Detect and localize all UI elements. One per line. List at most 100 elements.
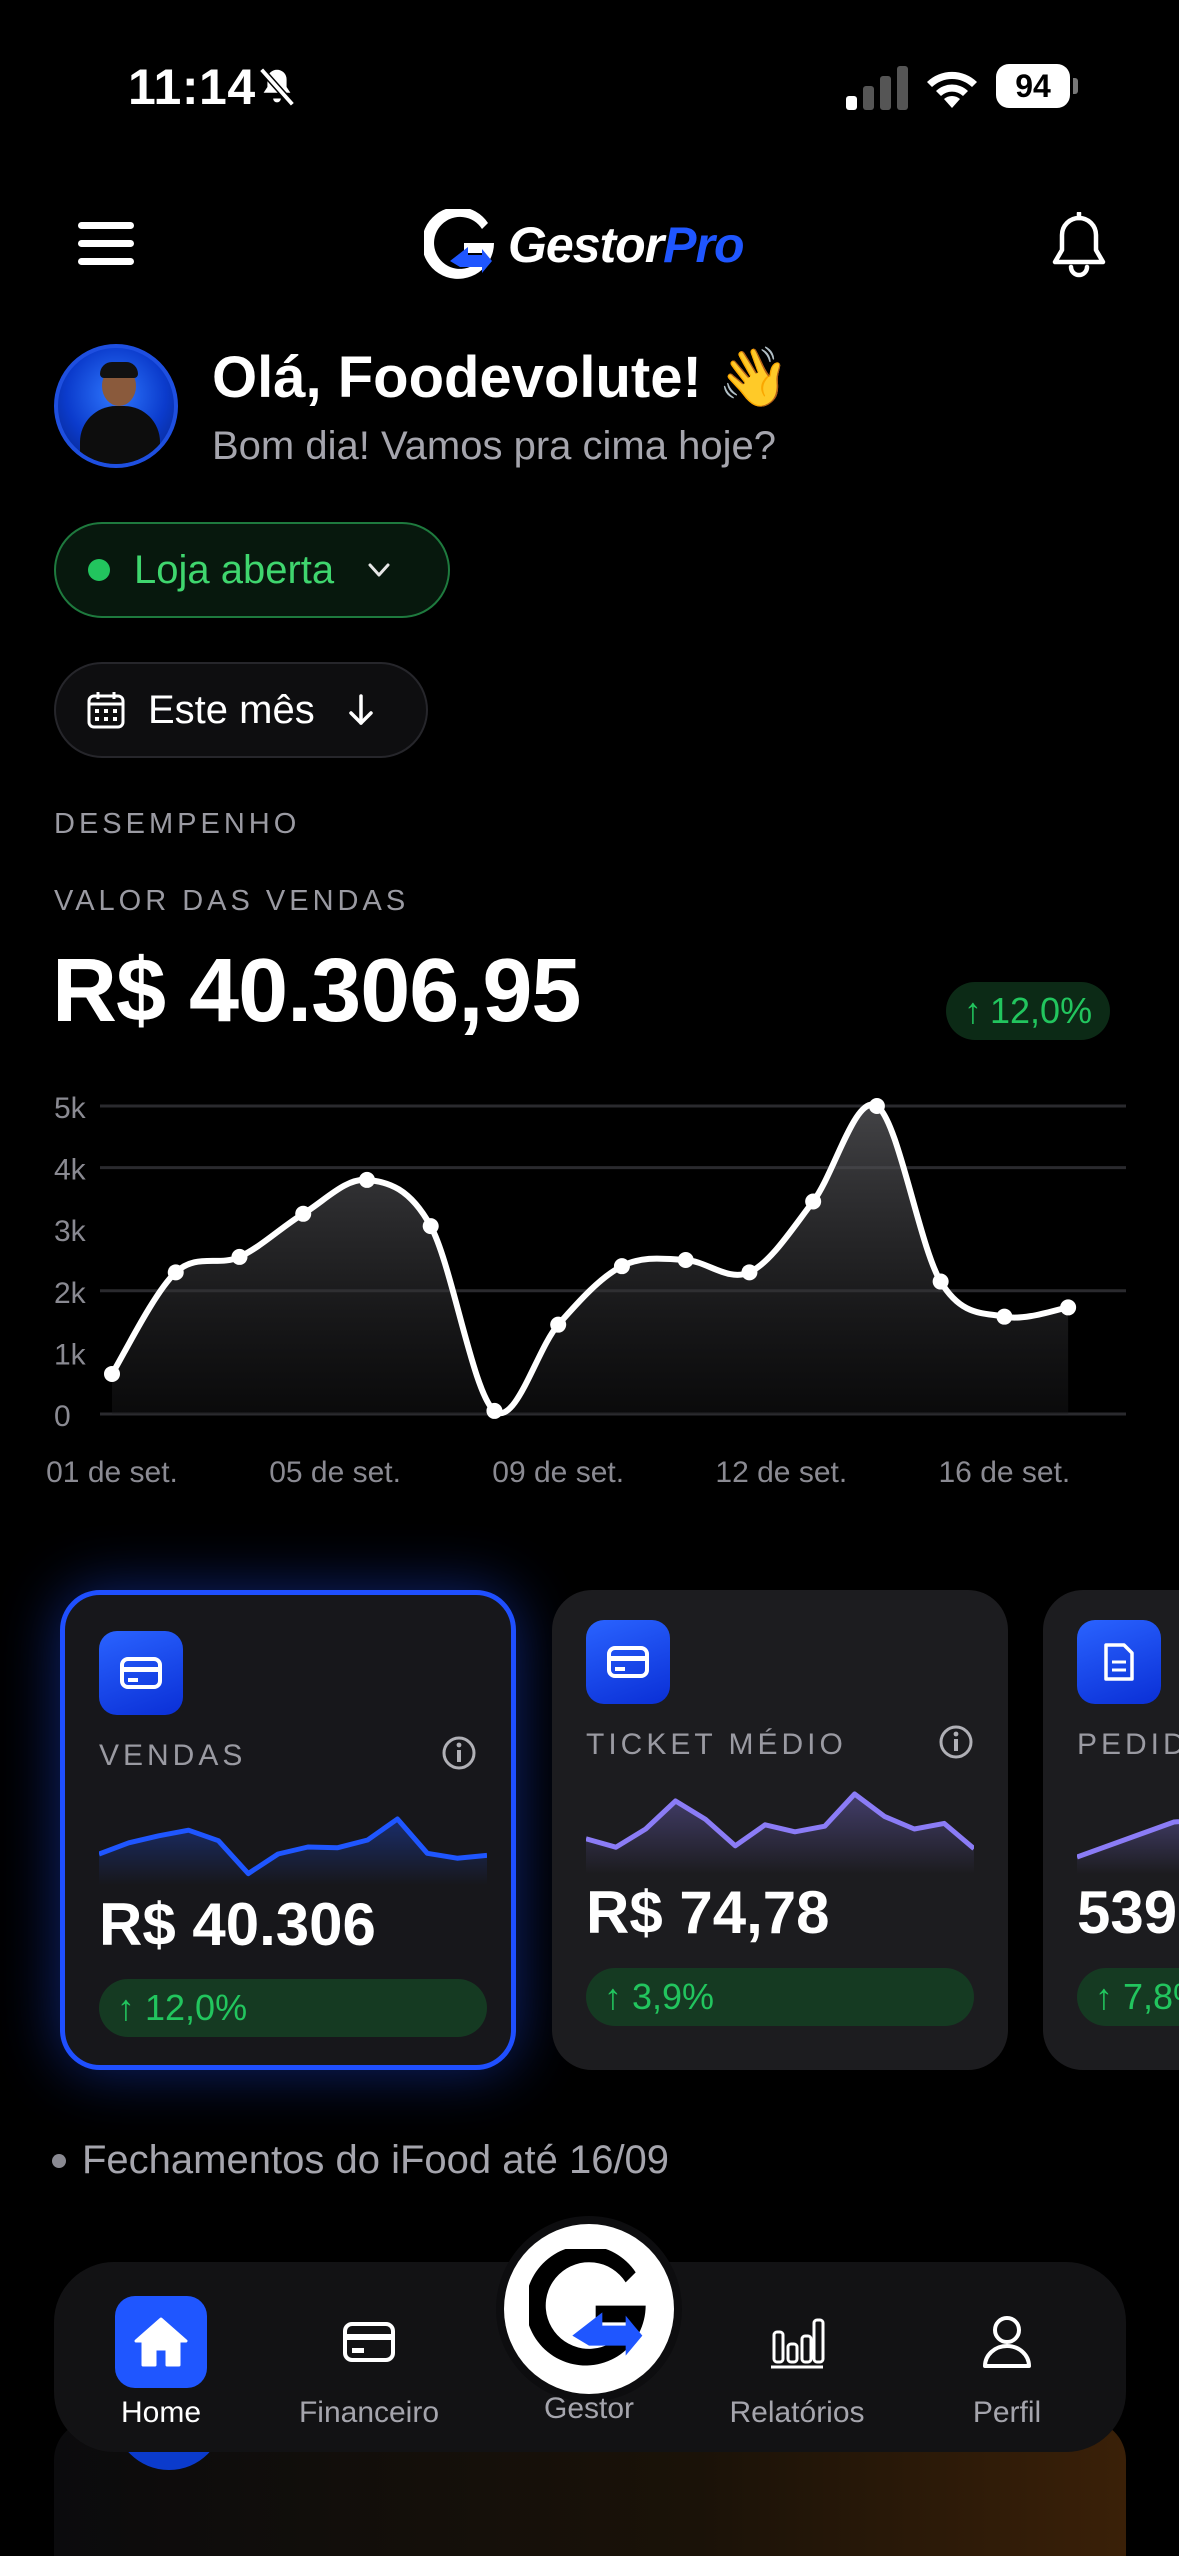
sales-area-chart[interactable]: 0 1k 2k 3k 4k 5k 01 de set. 05 de set. 09 de set… [0,1080,1179,1520]
chart-data-point[interactable] [486,1402,503,1419]
sparkline-area [1077,1821,1179,1874]
user-icon [983,2316,1031,2368]
card-trend-value: 3,9% [632,1976,715,2017]
sales-value-label: VALOR DAS VENDAS [54,885,410,917]
gestor-center-button[interactable] [504,2224,674,2394]
credit-card-icon [343,2322,395,2362]
card-trend-badge: ↑ 12,0% [99,1979,487,2037]
info-icon[interactable] [938,1724,974,1760]
ifood-note-text: Fechamentos do iFood até 16/09 [82,2138,670,2182]
sales-trend-badge: ↑ 12,0% [946,982,1111,1040]
tab-financeiro[interactable]: Financeiro [274,2296,464,2430]
sales-trend-value: 12,0% [990,990,1093,1031]
chart-area-fill [112,1104,1069,1414]
chart-data-point[interactable] [868,1098,885,1114]
store-status-dot [88,559,110,581]
y-tick-label: 5k [54,1092,87,1125]
tab-perfil[interactable]: Perfil [912,2296,1102,2430]
y-tick-label: 0 [54,1400,71,1433]
metric-card-sales[interactable]: VENDAS R$ 40.306 ↑ 12,0% [60,1590,516,2070]
chart-data-point[interactable] [422,1218,439,1235]
chart-data-point[interactable] [613,1258,630,1275]
credit-card-icon [586,1620,670,1704]
card-trend-badge: ↑ 7,8% [1077,1968,1179,2026]
metric-card-ticket[interactable]: TICKET MÉDIO R$ 74,78 ↑ 3,9% [552,1590,1008,2070]
card-value: R$ 40.306 [99,1891,376,1958]
tab-gestor-label: Gestor [543,2392,635,2425]
arrow-up-icon: ↑ [604,1976,633,2017]
hamburger-menu-button[interactable] [78,222,136,270]
status-time: 11:14 [128,59,256,115]
logo-text-accent: Pro [663,217,744,273]
tab-relatorios[interactable]: Relatórios [702,2296,892,2430]
y-tick-label: 4k [54,1154,87,1187]
tab-label: Relatórios [729,2396,865,2429]
home-icon [134,2317,188,2367]
chart-data-point[interactable] [932,1273,949,1290]
performance-section-label: DESEMPENHO [54,808,301,840]
chart-data-point[interactable] [231,1248,248,1265]
tab-label: Home [120,2396,202,2429]
document-icon [1077,1620,1161,1704]
card-trend-badge: ↑ 3,9% [586,1968,974,2026]
ifood-closing-note[interactable]: Fechamentos do iFood até 16/09 [52,2138,669,2183]
chart-data-point[interactable] [358,1171,375,1188]
card-sparkline [586,1791,974,1874]
calendar-icon [87,692,125,729]
chart-data-point[interactable] [996,1308,1013,1325]
credit-card-icon [99,1631,183,1715]
y-tick-label: 3k [54,1215,87,1248]
greeting-title: Olá, Foodevolute! 👋 [212,345,791,410]
wifi-icon [927,71,977,108]
silent-mode-icon [259,67,295,107]
arrow-up-icon: ↑ [1095,1976,1124,2017]
store-status-label: Loja aberta [134,547,335,592]
card-sparkline [99,1816,487,1885]
period-label: Este mês [148,687,315,732]
chart-data-point[interactable] [167,1264,184,1281]
store-status-dropdown[interactable]: Loja aberta [54,522,450,618]
metric-card-orders[interactable]: PEDIDOS 539 ↑ 7,8% [1043,1590,1179,2070]
sales-value: R$ 40.306,95 [52,941,581,1041]
chart-data-point[interactable] [550,1316,567,1333]
chart-data-point[interactable] [1060,1299,1077,1316]
x-tick-label: 16 de set. [939,1456,1071,1489]
gestor-logo-icon [424,209,494,279]
x-tick-label: 12 de set. [715,1456,847,1489]
chart-data-point[interactable] [295,1205,312,1222]
x-tick-label: 09 de set. [492,1456,624,1489]
card-trend-value: 12,0% [145,1987,248,2028]
chart-data-point[interactable] [677,1252,694,1268]
greeting-subtitle: Bom dia! Vamos pra cima hoje? [212,424,776,468]
tab-label: Perfil [972,2396,1042,2429]
card-value: 539 [1077,1879,1178,1946]
battery-indicator: 94 [996,64,1078,108]
x-tick-label: 05 de set. [269,1456,401,1489]
bullet-dot [52,2153,66,2168]
card-trend-value: 7,8% [1123,1976,1179,2017]
chart-data-point[interactable] [805,1193,822,1210]
bar-chart-icon [771,2318,825,2369]
arrow-up-icon: ↑ [964,990,982,1031]
arrow-up-icon: ↑ [117,1987,146,2028]
card-label: TICKET MÉDIO [586,1728,847,1761]
tab-home[interactable]: Home [66,2296,256,2430]
gestor-logo-icon [529,2249,646,2366]
status-bar: 11:14 94 [0,0,1179,170]
notification-bell-button[interactable] [1050,212,1108,278]
chart-data-point[interactable] [741,1264,758,1281]
arrow-down-icon [348,694,373,725]
card-value: R$ 74,78 [586,1879,830,1946]
app-logo: GestorPro [424,206,745,284]
cellular-signal-icon [846,66,908,110]
chart-data-point[interactable] [104,1365,120,1382]
logo-text-main: Gestor [508,217,664,273]
user-avatar[interactable] [54,344,178,468]
sparkline-area [586,1794,974,1874]
y-tick-label: 1k [54,1338,87,1371]
card-sparkline [1077,1819,1179,1874]
battery-level: 94 [996,64,1070,108]
y-tick-label: 2k [54,1277,87,1310]
info-icon[interactable] [441,1735,477,1771]
period-selector[interactable]: Este mês [54,662,428,758]
